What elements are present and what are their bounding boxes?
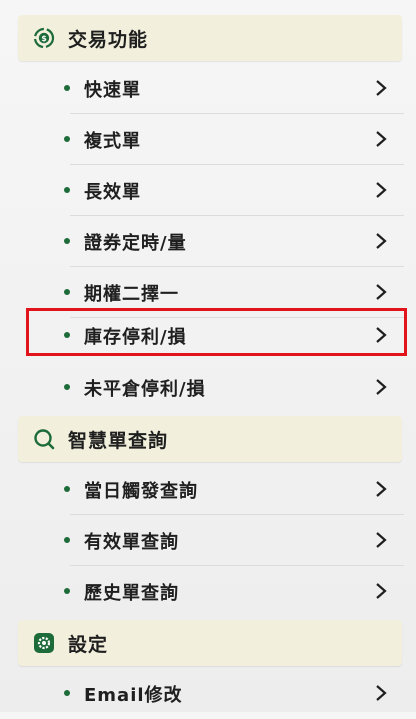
chevron-right-icon [376, 284, 387, 300]
chevron-right-icon [376, 685, 387, 701]
menu-item-label: 期權二擇一 [84, 283, 179, 305]
chevron-right-icon [376, 532, 387, 548]
search-icon [33, 428, 55, 450]
bullet [64, 384, 70, 390]
section-header-trading: $ 交易功能 [18, 15, 402, 61]
bullet [64, 289, 70, 295]
menu-item-email-edit[interactable]: Email修改 [28, 668, 404, 719]
chevron-right-icon [376, 131, 387, 147]
menu-item-label: 長效單 [84, 181, 141, 203]
bullet [64, 537, 70, 543]
section-title: 智慧單查詢 [68, 429, 169, 452]
section-title: 設定 [68, 633, 109, 656]
menu-item-label: 快速單 [84, 79, 141, 101]
bullet [64, 238, 70, 244]
chevron-right-icon [376, 379, 387, 395]
gear-icon [33, 632, 55, 654]
section-header-smart-query: 智慧單查詢 [18, 416, 402, 462]
menu-item-long-order[interactable]: 長效單 [28, 165, 404, 216]
menu-item-quick-order[interactable]: 快速單 [28, 63, 404, 114]
bullet [64, 588, 70, 594]
menu-item-open-position-stop[interactable]: 未平倉停利/損 [28, 362, 404, 413]
chevron-right-icon [376, 583, 387, 599]
bullet [64, 486, 70, 492]
menu-item-label: 證券定時/量 [84, 232, 187, 254]
menu-item-history-orders[interactable]: 歷史單查詢 [28, 566, 404, 617]
chevron-right-icon [376, 233, 387, 249]
menu-item-valid-orders[interactable]: 有效單查詢 [28, 515, 404, 566]
chevron-right-icon [376, 80, 387, 96]
menu-item-label: 當日觸發查詢 [84, 480, 198, 502]
chevron-right-icon [376, 182, 387, 198]
menu-item-combo-order[interactable]: 複式單 [28, 114, 404, 165]
bullet [64, 690, 70, 696]
bullet [64, 187, 70, 193]
bullet [64, 85, 70, 91]
highlight-box [26, 308, 407, 356]
chevron-right-icon [376, 481, 387, 497]
bullet [64, 136, 70, 142]
menu-item-label: 有效單查詢 [84, 531, 179, 553]
menu-item-label: 未平倉停利/損 [84, 378, 206, 400]
section-header-settings: 設定 [18, 620, 402, 666]
menu-item-label: 歷史單查詢 [84, 582, 179, 604]
section-title: 交易功能 [68, 28, 149, 51]
menu-item-timed-securities[interactable]: 證券定時/量 [28, 216, 404, 267]
menu-item-label: 複式單 [84, 130, 141, 152]
menu-item-today-triggered[interactable]: 當日觸發查詢 [28, 464, 404, 515]
menu-item-label: Email修改 [84, 684, 183, 706]
svg-text:$: $ [41, 34, 47, 43]
exchange-icon: $ [33, 27, 55, 49]
